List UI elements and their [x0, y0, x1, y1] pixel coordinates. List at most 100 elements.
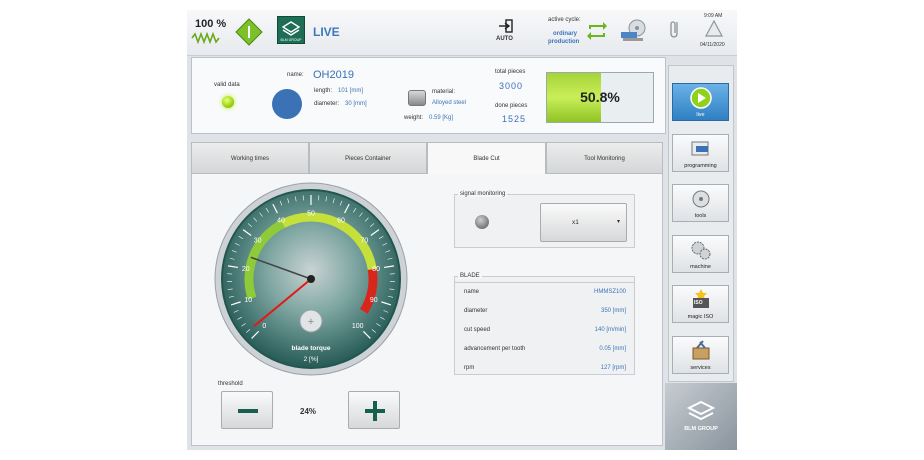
blade-torque-gauge: 0 10 20 30 40 50 60 70 80 90 100 blade torque 2 [%…	[214, 182, 408, 376]
signal-indicator	[475, 215, 489, 229]
total-pieces-label: total pieces	[495, 69, 526, 75]
signal-monitoring-title: signal monitoring	[458, 191, 508, 197]
blade-row-label: advancement per tooth	[464, 346, 526, 352]
programming-icon	[691, 141, 708, 156]
blade-row-value: HMMSZ100	[593, 289, 626, 295]
app-window: 100 % BLM GROUP LIVE AUTO active cycle: …	[187, 10, 737, 450]
blade-title-divider	[455, 282, 634, 283]
gauge-label: blade torque	[291, 345, 330, 352]
app-magic-iso-button[interactable]: ISO magic ISO	[672, 285, 729, 323]
round-section-icon	[272, 89, 302, 119]
plus-icon: +	[308, 316, 314, 328]
play-icon	[689, 87, 712, 109]
feed-percentage: 100 %	[195, 18, 227, 30]
app-services-label: services	[690, 365, 711, 371]
applications-sidebar: live programming tools machine ISO magic…	[668, 65, 734, 382]
blm-footer-logo-text: BLM GROUP	[684, 426, 718, 432]
blade-row-value: 350 [mm]	[600, 308, 626, 314]
iso-badge-text: ISO	[694, 300, 703, 306]
active-cycle-label: active cycle:	[548, 17, 581, 23]
app-services-button[interactable]: services	[672, 336, 729, 374]
cycle-name-line2: production	[548, 39, 580, 45]
mode-live-label: LIVE	[313, 25, 340, 39]
material-label: material:	[432, 89, 456, 95]
gauge-tick-label: 50	[307, 211, 315, 218]
blm-footer-logo: BLM GROUP	[665, 383, 737, 450]
blade-row-label: name	[464, 289, 480, 295]
app-programming-label: programming	[684, 163, 717, 169]
done-pieces-label: done pieces	[495, 103, 528, 109]
valid-data-label: valid data	[214, 82, 240, 88]
app-tools-button[interactable]: tools	[672, 184, 729, 222]
cycle-name-line1: ordinary	[553, 31, 578, 37]
blm-footer-logo-icon	[686, 400, 716, 421]
blm-logo-text: BLM GROUP	[280, 38, 302, 42]
total-pieces-value: 3000	[499, 81, 524, 91]
app-tools-label: tools	[694, 213, 707, 219]
threshold-decrease-button[interactable]	[221, 391, 273, 429]
gauge-tick-label: 70	[360, 238, 368, 245]
app-machine-button[interactable]: machine	[672, 235, 729, 273]
gauge-tick-label: 100	[352, 323, 364, 330]
tab-blade-cut[interactable]: Blade Cut	[427, 142, 546, 175]
cycle-arrows-icon[interactable]	[585, 20, 609, 42]
chevron-down-icon: ▾	[616, 219, 620, 225]
threshold-increase-button[interactable]	[348, 391, 400, 429]
diameter-label: diameter:	[314, 101, 340, 107]
gauge-tick-label: 80	[372, 266, 380, 273]
speed-diamond-button[interactable]	[235, 18, 263, 46]
minus-icon	[238, 409, 258, 413]
app-live-label: live	[696, 112, 705, 118]
clock-time: 9:09 AM	[704, 13, 723, 19]
weight-label: weight:	[404, 115, 424, 121]
gauge-tick-label: 90	[370, 297, 378, 304]
gauge-hub	[307, 275, 315, 283]
name-label: name:	[287, 72, 304, 78]
toolbox-icon	[692, 340, 709, 360]
gauge-value-text: 2 [%]	[304, 356, 319, 363]
iso-file-icon	[692, 289, 709, 308]
production-progress-bar: 50.8%	[546, 72, 654, 123]
threshold-label: threshold	[218, 381, 243, 387]
enter-icon	[499, 19, 513, 33]
gauge-tick-label: 0	[262, 323, 266, 330]
blm-logo-icon	[281, 21, 301, 36]
blade-info-box: BLADE name HMMSZ100 diameter 350 [mm] cu…	[454, 273, 635, 375]
gauge-tick-label: 30	[254, 238, 262, 245]
blade-row-label: cut speed	[464, 327, 491, 333]
gauge-tick-label: 20	[242, 266, 250, 273]
tab-tool-monitoring[interactable]: Tool Monitoring	[546, 142, 663, 174]
piece-name: OH2019	[313, 69, 354, 81]
threshold-value: 24%	[300, 407, 317, 416]
top-bar: 100 % BLM GROUP LIVE AUTO active cycle: …	[187, 10, 737, 56]
length-label: length:	[314, 88, 333, 94]
blade-row-label: diameter	[464, 308, 488, 314]
gauge-tick-label: 60	[337, 218, 345, 225]
tab-pieces-container[interactable]: Pieces Container	[309, 142, 427, 174]
app-machine-label: machine	[690, 264, 711, 270]
paperclip-icon[interactable]	[669, 18, 681, 40]
blade-row-value: 127 [rpm]	[600, 365, 626, 371]
tab-working-times[interactable]: Working times	[191, 142, 309, 174]
app-magic-iso-label: magic ISO	[687, 314, 714, 320]
length-value: 101 [mm]	[338, 88, 364, 94]
clock-date: 04/11/2020	[700, 42, 725, 48]
gears-icon	[691, 241, 710, 260]
weight-value: 0.59 [Kg]	[429, 115, 454, 121]
blade-row-label: rpm	[464, 365, 475, 371]
piece-info-panel: valid data name: OH2019 length: 101 [mm]…	[191, 57, 666, 134]
gauge-tick-label: 10	[244, 297, 252, 304]
blade-cut-panel: 0 10 20 30 40 50 60 70 80 90 100 blade torque 2 [%…	[191, 174, 663, 446]
blade-row-value: 0.05 [mm]	[599, 346, 626, 352]
app-live-button[interactable]: live	[672, 83, 729, 121]
auto-mode-label[interactable]: AUTO	[496, 36, 513, 42]
plus-vertical	[373, 401, 377, 421]
diameter-value: 30 [mm]	[345, 101, 367, 107]
blade-title: BLADE	[458, 273, 482, 279]
done-pieces-value: 1525	[502, 114, 527, 124]
warning-triangle-icon[interactable]	[705, 20, 723, 37]
app-programming-button[interactable]: programming	[672, 134, 729, 172]
multiplier-dropdown[interactable]: x1 ▾	[540, 203, 627, 242]
gauge-tick-label: 40	[277, 218, 285, 225]
signal-monitoring-box: signal monitoring x1 ▾	[454, 191, 635, 248]
